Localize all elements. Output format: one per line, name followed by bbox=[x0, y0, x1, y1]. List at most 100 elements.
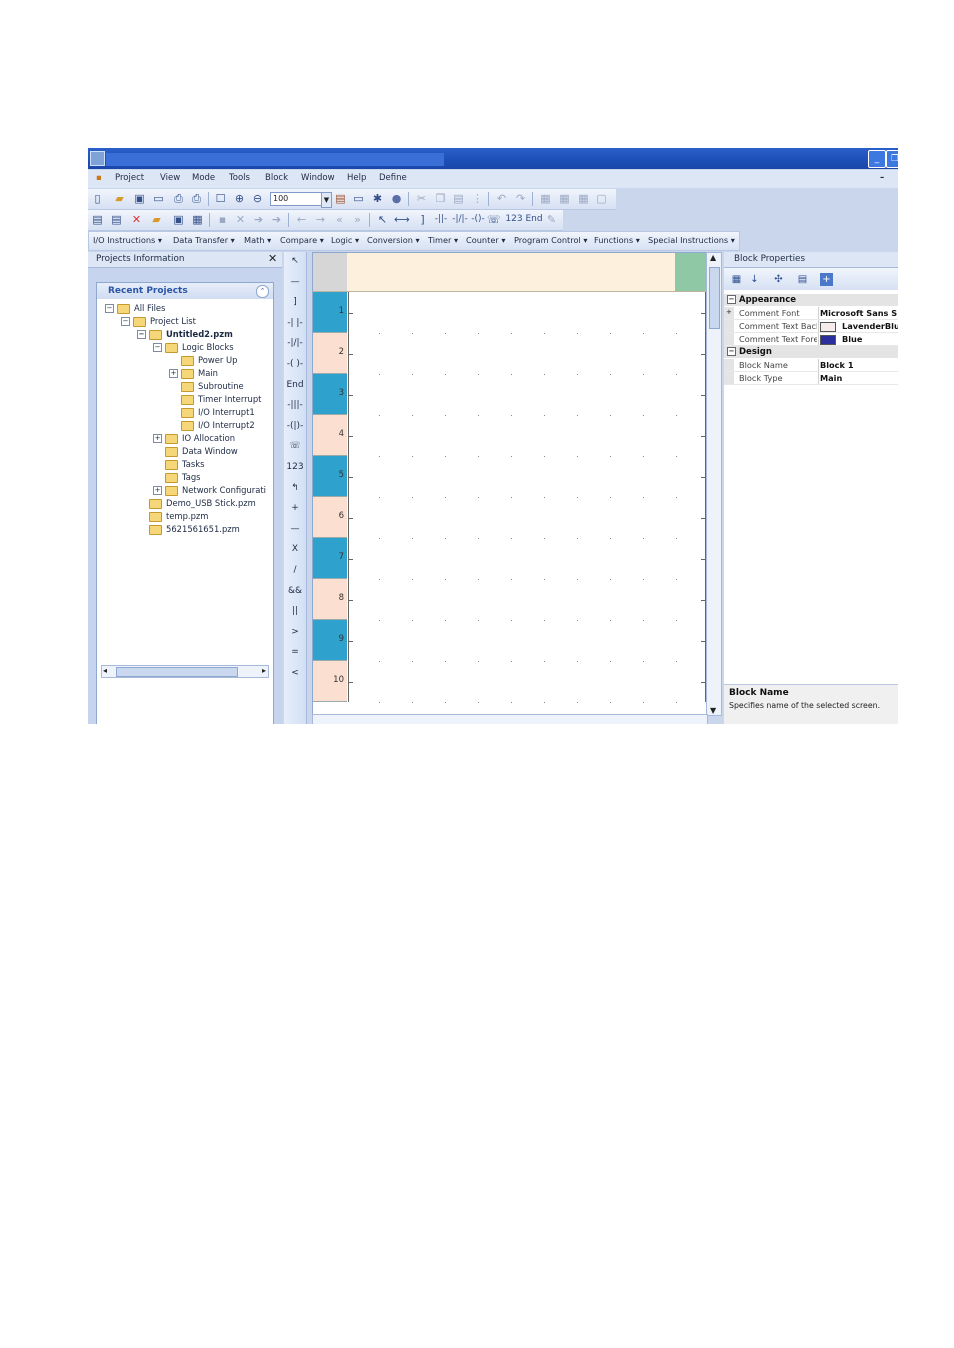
menu-conversion[interactable]: Conversion ▾ bbox=[367, 235, 420, 245]
rung-header[interactable]: 9 bbox=[313, 620, 347, 661]
menu-compare[interactable]: Compare ▾ bbox=[280, 235, 324, 245]
tree-item[interactable]: − Logic Blocks bbox=[153, 342, 234, 353]
add-tool-icon[interactable]: + bbox=[284, 503, 306, 513]
menu-data-transfer[interactable]: Data Transfer ▾ bbox=[173, 235, 235, 245]
close-project-icon[interactable]: ▭ bbox=[152, 192, 165, 205]
window-icon[interactable]: ▭ bbox=[352, 192, 365, 205]
menu-program-control[interactable]: Program Control ▾ bbox=[514, 235, 587, 245]
menu-help[interactable]: Help bbox=[347, 173, 366, 183]
open-folder-icon[interactable]: ▰ bbox=[113, 192, 126, 205]
prop-block-name[interactable]: Block Name Block 1 bbox=[724, 359, 898, 372]
ladder-editor[interactable]: 1 2 3 4 5 6 7 8 9 10 bbox=[312, 252, 708, 716]
document-icon[interactable]: ▤ bbox=[91, 213, 104, 226]
compare-icon[interactable]: ➔ bbox=[270, 213, 283, 226]
pointer-tool-icon[interactable]: ↖ bbox=[376, 213, 389, 226]
function-block-tool-icon[interactable]: ☏ bbox=[284, 441, 306, 451]
rung-header[interactable]: 10 bbox=[313, 661, 347, 702]
tree-item[interactable]: − Untitled2.pzm bbox=[137, 329, 233, 340]
collapse-icon[interactable]: ⌃ bbox=[256, 285, 269, 298]
open-block-icon[interactable]: ▰ bbox=[150, 213, 163, 226]
return-tool-icon[interactable]: ↰ bbox=[284, 483, 306, 493]
expand-all-icon[interactable]: ✣ bbox=[772, 273, 785, 286]
undo-icon[interactable]: ↶ bbox=[495, 192, 508, 205]
save-icon[interactable]: ▣ bbox=[133, 192, 146, 205]
nc-contact-tool-icon[interactable]: -|/|- bbox=[284, 338, 306, 348]
layout-cascade-icon[interactable]: ▦ bbox=[558, 192, 571, 205]
tree-item[interactable]: − Project List bbox=[121, 316, 196, 327]
property-pages-icon[interactable]: ▤ bbox=[796, 273, 809, 286]
layout-vertical-icon[interactable]: ▢ bbox=[595, 192, 608, 205]
print-preview-icon[interactable]: ⎙ bbox=[190, 192, 203, 205]
rung-header[interactable]: 2 bbox=[313, 333, 347, 374]
compile-icon[interactable]: ▤ bbox=[334, 192, 347, 205]
expand-icon[interactable]: + bbox=[153, 434, 162, 443]
double-left-icon[interactable]: « bbox=[333, 213, 346, 226]
design-category[interactable]: − Design bbox=[724, 346, 898, 358]
scroll-right-icon[interactable]: ▸ bbox=[262, 666, 266, 675]
coil-icon[interactable]: -()- bbox=[471, 213, 485, 226]
scrollbar-thumb[interactable] bbox=[116, 667, 238, 677]
tree-item[interactable]: + IO Allocation bbox=[153, 433, 235, 444]
horizontal-line-icon[interactable]: ⟷ bbox=[394, 213, 410, 226]
rung-header[interactable]: 3 bbox=[313, 374, 347, 415]
chevron-down-icon[interactable]: ▼ bbox=[321, 192, 332, 208]
collapse-icon[interactable]: − bbox=[727, 295, 736, 304]
prop-comment-font[interactable]: + Comment Font Microsoft Sans S bbox=[724, 307, 898, 320]
scrollbar-thumb[interactable] bbox=[709, 267, 720, 329]
tree-item[interactable]: temp.pzm bbox=[137, 511, 208, 522]
upload-icon[interactable]: ➔ bbox=[252, 213, 265, 226]
menu-special-instructions[interactable]: Special Instructions ▾ bbox=[648, 235, 735, 245]
tree-horizontal-scrollbar[interactable]: ◂ ▸ bbox=[101, 665, 269, 678]
tree-item[interactable]: Data Window bbox=[153, 446, 238, 457]
prop-block-type[interactable]: Block Type Main bbox=[724, 372, 898, 385]
end-icon[interactable]: End bbox=[525, 213, 543, 226]
pointer-tool-icon[interactable]: ↖ bbox=[284, 256, 306, 266]
collapse-icon[interactable]: − bbox=[727, 347, 736, 356]
menu-counter[interactable]: Counter ▾ bbox=[466, 235, 505, 245]
horizontal-line-tool-icon[interactable]: — bbox=[284, 277, 306, 287]
tree-item[interactable]: Tasks bbox=[153, 459, 204, 470]
menu-define[interactable]: Define bbox=[379, 173, 407, 183]
no-contact-icon[interactable]: -||- bbox=[432, 213, 450, 226]
delete-icon[interactable]: ✕ bbox=[130, 213, 143, 226]
tree-item[interactable]: Power Up bbox=[169, 355, 237, 366]
arrow-right-icon[interactable]: → bbox=[314, 213, 327, 226]
menu-io-instructions[interactable]: I/O Instructions ▾ bbox=[93, 235, 162, 245]
menu-view[interactable]: View bbox=[160, 173, 180, 183]
no-contact-tool-icon[interactable]: -| |- bbox=[284, 318, 306, 328]
minimize-window-button[interactable]: _ bbox=[868, 150, 886, 168]
nc-contact-icon[interactable]: -|/|- bbox=[451, 213, 469, 226]
cut-icon[interactable]: ✂ bbox=[415, 192, 428, 205]
grid-icon[interactable]: ▦ bbox=[191, 213, 204, 226]
new-block-icon[interactable]: ▤ bbox=[110, 213, 123, 226]
collapse-icon[interactable]: − bbox=[121, 317, 130, 326]
download-icon[interactable]: ▪ bbox=[216, 213, 229, 226]
scroll-left-icon[interactable]: ◂ bbox=[103, 666, 107, 675]
expand-icon[interactable]: + bbox=[153, 486, 162, 495]
layout-horizontal-icon[interactable]: ▦ bbox=[577, 192, 590, 205]
new-file-icon[interactable]: ▯ bbox=[91, 192, 104, 205]
categorized-icon[interactable]: ▦ bbox=[730, 273, 743, 286]
menu-window[interactable]: Window bbox=[301, 173, 335, 183]
and-tool-icon[interactable]: && bbox=[284, 586, 306, 596]
rung-header[interactable]: 8 bbox=[313, 579, 347, 620]
print-icon[interactable]: ⎙ bbox=[172, 192, 185, 205]
tree-item[interactable]: Timer Interrupt bbox=[169, 394, 261, 405]
menu-project[interactable]: Project bbox=[115, 173, 144, 183]
pencil-icon[interactable]: ✎ bbox=[545, 213, 558, 226]
arrow-left-icon[interactable]: ← bbox=[295, 213, 308, 226]
select-all-icon[interactable]: ⋮ bbox=[471, 192, 484, 205]
help-icon[interactable]: ● bbox=[390, 192, 403, 205]
transfer-icon[interactable]: ✕ bbox=[234, 213, 247, 226]
properties-icon[interactable]: ☐ bbox=[214, 192, 227, 205]
editor-horizontal-scrollbar[interactable] bbox=[312, 714, 708, 724]
mdi-minimize-button[interactable]: – bbox=[880, 173, 884, 183]
subtract-tool-icon[interactable]: — bbox=[284, 524, 306, 534]
rung-header[interactable]: 6 bbox=[313, 497, 347, 538]
tree-item[interactable]: Tags bbox=[153, 472, 201, 483]
app-icon[interactable] bbox=[90, 151, 105, 166]
menu-logic[interactable]: Logic ▾ bbox=[331, 235, 359, 245]
menu-tools[interactable]: Tools bbox=[229, 173, 250, 183]
tree-item[interactable]: + Main bbox=[169, 368, 218, 379]
positive-transition-tool-icon[interactable]: -|||- bbox=[284, 400, 306, 410]
